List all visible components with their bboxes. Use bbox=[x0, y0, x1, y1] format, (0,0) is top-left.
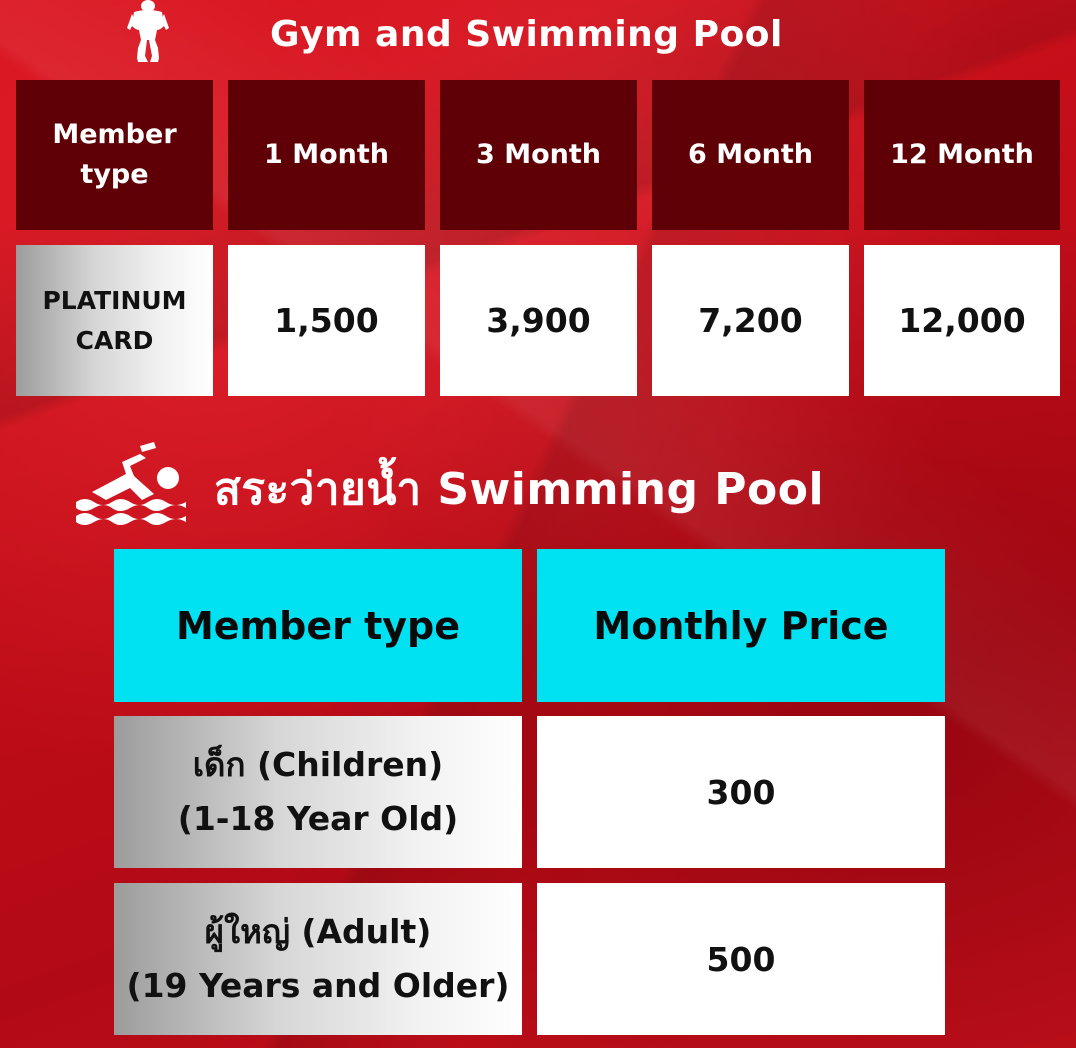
pool-price-children: 300 bbox=[537, 716, 945, 868]
pool-member-type-adult: ผู้ใหญ่ (Adult) (19 Years and Older) bbox=[114, 883, 522, 1035]
gym-price-1-month: 1,500 bbox=[228, 245, 425, 396]
gym-header-1-month: 1 Month bbox=[228, 80, 425, 230]
pool-header-member-type: Member type bbox=[114, 549, 522, 702]
pool-section-title: สระว่ายน้ำ Swimming Pool bbox=[214, 464, 825, 515]
gym-header-12-month: 12 Month bbox=[864, 80, 1060, 230]
gym-member-type-platinum: PLATINUM CARD bbox=[16, 245, 213, 396]
pool-member-type-children: เด็ก (Children) (1-18 Year Old) bbox=[114, 716, 522, 868]
pool-header-monthly-price: Monthly Price bbox=[537, 549, 945, 702]
gym-header-member-type: Member type bbox=[16, 80, 213, 230]
gym-price-6-month: 7,200 bbox=[652, 245, 849, 396]
gym-price-12-month: 12,000 bbox=[864, 245, 1060, 396]
gym-header-3-month: 3 Month bbox=[440, 80, 637, 230]
gym-section-title: Gym and Swimming Pool bbox=[270, 14, 783, 55]
gym-header-6-month: 6 Month bbox=[652, 80, 849, 230]
swimmer-icon bbox=[76, 442, 186, 525]
gym-price-3-month: 3,900 bbox=[440, 245, 637, 396]
pool-price-adult: 500 bbox=[537, 883, 945, 1035]
bodybuilder-icon bbox=[127, 0, 169, 62]
